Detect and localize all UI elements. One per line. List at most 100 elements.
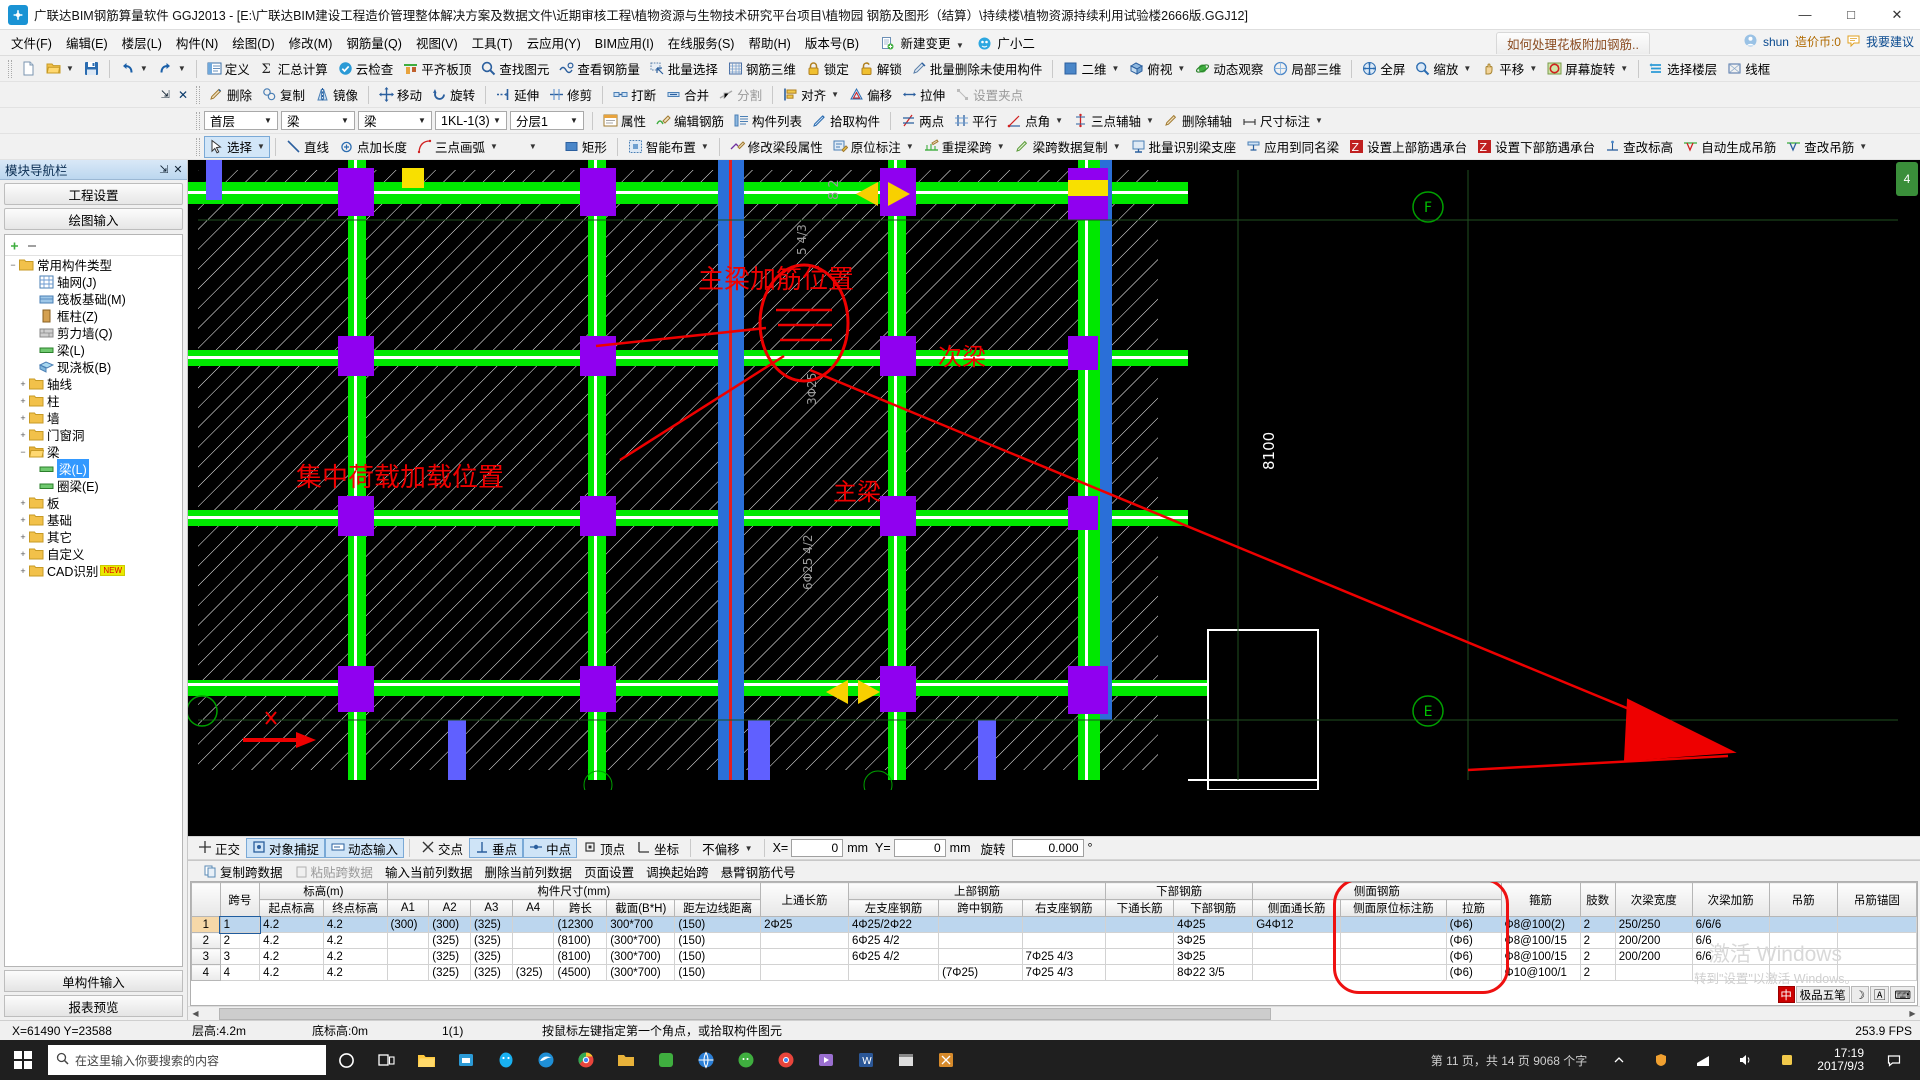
close-button[interactable]: ✕ [1874,0,1920,30]
cell-bottom-through[interactable] [1105,916,1175,933]
browser-blue-icon[interactable] [686,1040,726,1080]
ime-toolbar[interactable]: 中 极品五笔 ☽ 🄰 ⌨ [1777,986,1915,1003]
tree-item-12[interactable]: 圈梁(E) [5,477,182,494]
cell-mid-span[interactable] [938,948,1023,965]
cell-stirrup[interactable]: Φ8@100/15 [1500,932,1581,949]
project-settings-button[interactable]: 工程设置 [4,183,183,205]
ime-moon-icon[interactable]: ☽ [1850,986,1869,1003]
toolbar-grip[interactable] [8,59,12,78]
cantilever-code-button[interactable]: 悬臂钢筋代号 [715,861,802,882]
scrollbar-thumb[interactable] [219,1007,1272,1020]
three-point-axis-button[interactable]: 三点辅轴 ▼ [1068,110,1159,132]
cell-dist-left[interactable]: (150) [674,948,762,965]
snap-vertex-button[interactable]: 顶点 [577,838,631,858]
cell-a3[interactable]: (325) [470,916,513,933]
dimension-button[interactable]: 尺寸标注 ▼ [1237,110,1328,132]
canvas-zoom-badge[interactable]: 4 [1896,162,1918,196]
cell-sec-beam-width[interactable]: 200/200 [1614,948,1693,965]
cell-mid-span[interactable]: (7Φ25) [938,964,1023,981]
cell-top-through[interactable] [760,948,849,965]
point-length-button[interactable]: 点加长度 [334,136,412,158]
panel-pin-icon[interactable]: ⇲ [161,88,170,101]
tree-item-3[interactable]: 剪力墙(Q) [5,324,182,341]
tree-root-node[interactable]: − 常用构件类型 [5,256,182,273]
find-element-button[interactable]: 查找图元 [476,58,554,80]
edit-beam-segment-button[interactable]: 修改梁段属性 [725,136,828,158]
tree-item-2[interactable]: 框柱(Z) [5,307,182,324]
in-place-annotation-button[interactable]: 原位标注 ▼ [828,136,919,158]
cell-side-inplace[interactable] [1340,948,1447,965]
extend-button[interactable]: 延伸 [491,84,544,106]
cell-section[interactable]: (300*700) [606,932,676,949]
menu-cloud-app[interactable]: 云应用(Y) [520,30,588,55]
cell-a4[interactable]: (325) [511,964,555,981]
account-button[interactable]: 广小二 [971,30,1042,55]
network-icon[interactable] [1683,1040,1723,1080]
smart-layout-button[interactable]: 智能布置 ▼ [623,136,714,158]
cell-a1[interactable] [386,948,430,965]
floor-select[interactable]: 首层 ▼ [204,111,278,130]
cell-bottom-through[interactable] [1105,964,1175,981]
minimize-button[interactable]: — [1782,0,1828,30]
cell-dist-left[interactable]: (150) [674,916,762,933]
member-list-button[interactable]: 构件列表 [729,110,807,132]
cell-end-elev[interactable]: 4.2 [322,964,388,981]
cell-section[interactable]: (300*700) [606,948,676,965]
cell-top-through[interactable]: 2Φ25 [760,916,849,933]
input-column-data-button[interactable]: 输入当前列数据 [379,861,479,882]
properties-button[interactable]: 属性 [598,110,651,132]
row-number[interactable]: 2 [191,932,221,949]
set-top-rebar-cap-button[interactable]: Z 设置上部筋遇承台 [1344,136,1472,158]
unlock-button[interactable]: 解锁 [854,58,907,80]
cell-a4[interactable] [511,948,555,965]
tree-item-10[interactable]: − 梁 [5,443,182,460]
suggest-label[interactable]: 我要建议 [1866,33,1914,50]
batch-delete-unused-button[interactable]: 批量删除未使用构件 [907,58,1048,80]
tree-item-9[interactable]: + 门窗洞 [5,426,182,443]
tree-item-8[interactable]: + 墙 [5,409,182,426]
cell-sec-beam-width[interactable]: 250/250 [1614,916,1693,933]
sound-icon[interactable] [1725,1040,1765,1080]
word-icon[interactable]: W [846,1040,886,1080]
cell-start-elev[interactable]: 4.2 [259,964,324,981]
tree-item-4[interactable]: 梁(L) [5,341,182,358]
cell-side-inplace[interactable] [1340,916,1447,933]
stretch-button[interactable]: 拉伸 [897,84,950,106]
x-offset-input[interactable]: 0 [791,839,844,857]
wireframe-button[interactable]: 线框 [1722,58,1775,80]
tree-item-16[interactable]: + 自定义 [5,545,182,562]
cell-span-no[interactable]: 1 [219,915,261,934]
edit-hanger-button[interactable]: 查改吊筋 ▼ [1781,136,1872,158]
open-file-button[interactable]: ▼ [41,58,79,80]
three-point-arc-button[interactable]: 三点画弧 ▼ [412,136,503,158]
screen-rotate-button[interactable]: 屏幕旋转 ▼ [1542,58,1633,80]
table-row[interactable]: 4 4 4.2 4.2 (325) (325) (325) (4500) (300*700) (1… [191,964,1917,981]
snap-intersection-button[interactable]: 交点 [415,838,469,858]
cell-a3[interactable]: (325) [470,932,513,949]
copy-button[interactable]: 复制 [257,84,310,106]
span-data-grid[interactable]: 跨号 标高(m) 构件尺寸(mm) 上通长筋 上部钢筋 下部钢筋 侧面钢筋 箍筋… [191,882,1917,981]
new-change-button[interactable]: 新建变更 ▼ [874,30,971,55]
edit-rebar-button[interactable]: 编辑钢筋 [651,110,729,132]
chevron-expand-icon[interactable]: + [17,379,29,389]
cell-bottom-rebar[interactable]: 3Φ25 [1173,932,1254,949]
tree-item-13[interactable]: + 板 [5,494,182,511]
ime-lang-icon[interactable]: 中 [1777,986,1795,1003]
cell-top-through[interactable] [760,964,849,981]
local-3d-button[interactable]: 局部三维 [1268,58,1346,80]
component-tree[interactable]: − 常用构件类型 轴网(J) 筏板基础(M) 框柱(Z) 剪力墙(Q) 梁(L) 现浇板(… [4,234,183,967]
tree-item-6[interactable]: + 轴线 [5,375,182,392]
folder-icon[interactable] [606,1040,646,1080]
ime-keyboard-icon[interactable]: ⌨ [1890,986,1915,1003]
cell-start-elev[interactable]: 4.2 [259,916,324,933]
snap-dynamic-input-button[interactable]: 动态输入 [325,838,405,858]
menu-edit[interactable]: 编辑(E) [59,30,115,55]
chrome2-icon[interactable] [766,1040,806,1080]
cell-legs[interactable]: 2 [1579,916,1616,933]
cell-stirrup[interactable]: Φ10@100/1 [1500,964,1581,981]
cell-tie[interactable]: (Φ6) [1445,932,1502,949]
cell-a1[interactable] [386,932,430,949]
scroll-left-icon[interactable]: ◀ [188,1009,203,1018]
cell-sec-beam-width[interactable] [1614,964,1693,981]
tree-item-0[interactable]: 轴网(J) [5,273,182,290]
